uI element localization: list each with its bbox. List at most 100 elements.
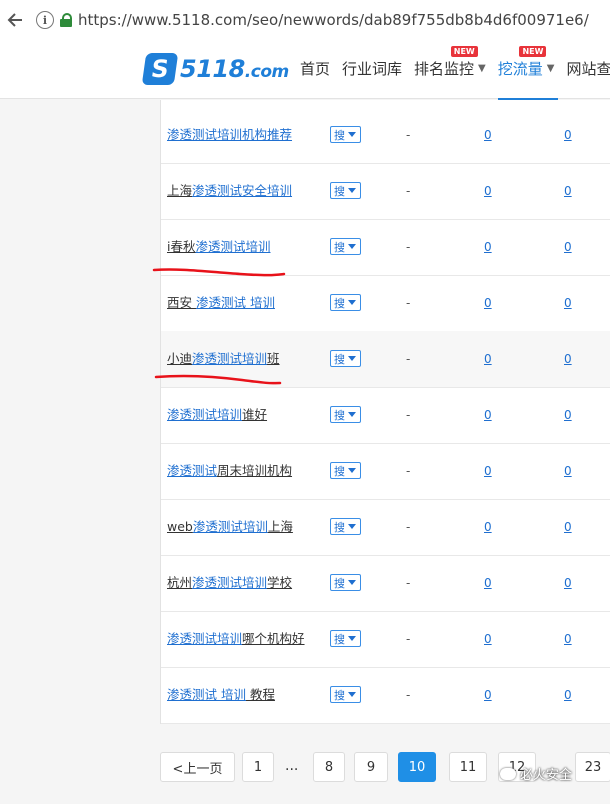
table-row: 渗透测试培训哪个机构好 搜 - 0 0 — [161, 611, 610, 668]
count-link[interactable]: 0 — [484, 499, 492, 555]
caret-down-icon — [348, 692, 356, 697]
logo-suffix: .com — [244, 62, 289, 82]
count-link[interactable]: 0 — [484, 667, 492, 723]
browser-address-bar: i https://www.5118.com/seo/newwords/dab8… — [0, 0, 610, 41]
keyword-cell[interactable]: 小迪渗透测试培训班 — [167, 331, 280, 387]
empty-value: - — [406, 688, 411, 702]
search-dropdown[interactable]: 搜 — [330, 350, 361, 367]
page-ellipsis: ... — [285, 758, 299, 774]
caret-down-icon — [348, 636, 356, 641]
table-row: i春秋渗透测试培训 搜 - 0 0 — [161, 219, 610, 276]
page-button[interactable]: 1 — [242, 752, 274, 782]
table-row: 小迪渗透测试培训班 搜 - 0 0 — [161, 331, 610, 388]
dropdown-caret-icon: ▼ — [546, 63, 555, 74]
table-row: 渗透测试周末培训机构 搜 - 0 0 — [161, 443, 610, 500]
page-button[interactable]: 11 — [449, 752, 487, 782]
caret-down-icon — [348, 468, 356, 473]
dropdown-caret-icon: ▼ — [478, 63, 486, 74]
caret-down-icon — [348, 412, 356, 417]
search-dropdown[interactable]: 搜 — [330, 630, 361, 647]
back-arrow-icon[interactable] — [4, 9, 26, 31]
main-nav: 首页 行业词库 排名监控 ▼ NEW 挖流量 ▼ NEW 网站查询 — [300, 46, 610, 100]
new-badge: NEW — [519, 46, 547, 57]
empty-value: - — [406, 240, 411, 254]
page-button[interactable]: 8 — [313, 752, 345, 782]
nav-item-traffic[interactable]: 挖流量 ▼ NEW — [497, 46, 559, 100]
caret-down-icon — [348, 132, 356, 137]
site-logo[interactable]: S 5118.com — [141, 53, 289, 85]
count-link[interactable]: 0 — [484, 163, 492, 219]
nav-item-industry-words[interactable]: 行业词库 — [342, 58, 402, 79]
caret-down-icon — [348, 524, 356, 529]
wechat-icon — [500, 767, 516, 780]
keyword-cell[interactable]: 渗透测试培训谁好 — [167, 387, 267, 443]
empty-value: - — [406, 464, 411, 478]
lock-icon — [60, 13, 72, 27]
empty-value: - — [406, 352, 411, 366]
search-dropdown[interactable]: 搜 — [330, 574, 361, 591]
table-row: 渗透测试 培训 教程 搜 - 0 0 — [161, 667, 610, 724]
last-page-button[interactable]: 23 — [575, 752, 610, 782]
info-icon[interactable]: i — [36, 11, 54, 29]
search-dropdown[interactable]: 搜 — [330, 182, 361, 199]
count-link[interactable]: 0 — [564, 275, 572, 331]
search-dropdown[interactable]: 搜 — [330, 686, 361, 703]
count-link[interactable]: 0 — [564, 107, 572, 163]
count-link[interactable]: 0 — [484, 387, 492, 443]
search-dropdown[interactable]: 搜 — [330, 126, 361, 143]
count-link[interactable]: 0 — [564, 219, 572, 275]
keyword-cell[interactable]: 西安 渗透测试 培训 — [167, 275, 275, 331]
search-dropdown[interactable]: 搜 — [330, 238, 361, 255]
prev-page-button[interactable]: <上一页 — [160, 752, 235, 782]
keyword-cell[interactable]: 渗透测试周末培训机构 — [167, 443, 292, 499]
keyword-cell[interactable]: 渗透测试培训哪个机构好 — [167, 611, 305, 667]
search-dropdown[interactable]: 搜 — [330, 462, 361, 479]
keyword-cell[interactable]: web渗透测试培训上海 — [167, 499, 293, 555]
keyword-table: 渗透测试培训机构推荐 搜 - 0 0 上海渗透测试安全培训 搜 - 0 0 i春… — [160, 100, 610, 724]
table-row: 杭州渗透测试培训学校 搜 - 0 0 — [161, 555, 610, 612]
nav-item-rank-monitor[interactable]: 排名监控 ▼ NEW — [414, 46, 486, 79]
empty-value: - — [406, 520, 411, 534]
table-row: 上海渗透测试安全培训 搜 - 0 0 — [161, 163, 610, 220]
table-row: 西安 渗透测试 培训 搜 - 0 0 — [161, 275, 610, 332]
nav-item-site-query[interactable]: 网站查询 — [566, 58, 610, 79]
nav-item-home[interactable]: 首页 — [300, 58, 330, 79]
count-link[interactable]: 0 — [564, 443, 572, 499]
logo-text: 5118 — [180, 55, 245, 83]
count-link[interactable]: 0 — [484, 555, 492, 611]
empty-value: - — [406, 632, 411, 646]
count-link[interactable]: 0 — [564, 499, 572, 555]
table-row: 渗透测试培训谁好 搜 - 0 0 — [161, 387, 610, 444]
watermark-text: 必火安全 — [520, 768, 573, 783]
caret-down-icon — [348, 244, 356, 249]
count-link[interactable]: 0 — [564, 611, 572, 667]
empty-value: - — [406, 128, 411, 142]
search-dropdown[interactable]: 搜 — [330, 294, 361, 311]
count-link[interactable]: 0 — [484, 331, 492, 387]
page-button[interactable]: 9 — [354, 752, 388, 782]
empty-value: - — [406, 184, 411, 198]
search-dropdown[interactable]: 搜 — [330, 406, 361, 423]
table-row: web渗透测试培训上海 搜 - 0 0 — [161, 499, 610, 556]
count-link[interactable]: 0 — [564, 387, 572, 443]
keyword-cell[interactable]: 上海渗透测试安全培训 — [167, 163, 292, 219]
empty-value: - — [406, 296, 411, 310]
count-link[interactable]: 0 — [484, 107, 492, 163]
new-badge: NEW — [450, 46, 478, 57]
count-link[interactable]: 0 — [484, 443, 492, 499]
count-link[interactable]: 0 — [564, 555, 572, 611]
count-link[interactable]: 0 — [564, 163, 572, 219]
keyword-cell[interactable]: i春秋渗透测试培训 — [167, 219, 271, 275]
search-dropdown[interactable]: 搜 — [330, 518, 361, 535]
count-link[interactable]: 0 — [484, 611, 492, 667]
count-link[interactable]: 0 — [484, 219, 492, 275]
table-row: 渗透测试培训机构推荐 搜 - 0 0 — [161, 107, 610, 164]
url-field[interactable]: https://www.5118.com/seo/newwords/dab89f… — [78, 11, 589, 29]
keyword-cell[interactable]: 渗透测试 培训 教程 — [167, 667, 275, 723]
keyword-cell[interactable]: 杭州渗透测试培训学校 — [167, 555, 292, 611]
count-link[interactable]: 0 — [484, 275, 492, 331]
current-page-button[interactable]: 10 — [398, 752, 436, 782]
keyword-cell[interactable]: 渗透测试培训机构推荐 — [167, 107, 292, 163]
count-link[interactable]: 0 — [564, 331, 572, 387]
count-link[interactable]: 0 — [564, 667, 572, 723]
